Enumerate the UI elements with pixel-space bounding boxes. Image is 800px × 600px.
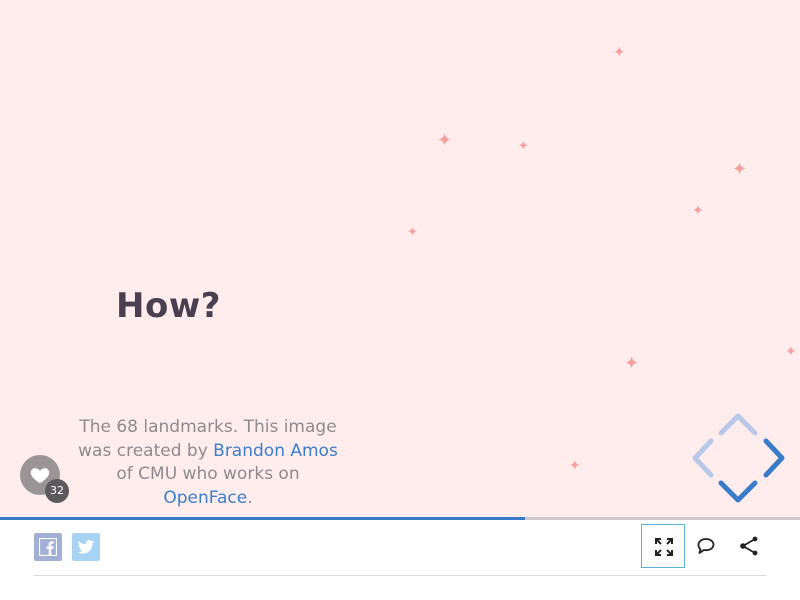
facebook-share-button[interactable]	[34, 533, 62, 561]
sparkle-icon: ✦	[785, 344, 797, 360]
sparkle-icon: ✦	[732, 159, 748, 180]
sparkle-icon: ✦	[613, 43, 626, 61]
sparkle-icon: ✦	[407, 225, 418, 240]
author-link[interactable]: Brandon Amos	[213, 441, 338, 461]
toolbar	[20, 520, 800, 600]
nav-right-icon[interactable]	[761, 437, 787, 479]
sparkle-icon: ✦	[569, 458, 581, 474]
sparkle-icon: ✦	[437, 130, 453, 151]
sparkle-icon: ✦	[518, 139, 529, 154]
share-button[interactable]	[727, 524, 771, 568]
caption-text: of CMU who works on	[116, 464, 300, 484]
comment-button[interactable]	[684, 524, 728, 568]
nav-left-icon[interactable]	[690, 437, 716, 479]
nav-down-icon[interactable]	[718, 479, 758, 505]
fullscreen-icon	[655, 538, 673, 556]
slide-title: How?	[116, 286, 221, 326]
slide: ✦ ✦ ✦ ✦ ✦ ✦ ✦ ✦ ✦ How? The 68 landmarks.…	[0, 0, 800, 518]
comment-icon	[697, 538, 715, 554]
share-icon	[740, 536, 758, 556]
openface-link[interactable]: OpenFace	[163, 488, 247, 508]
twitter-share-button[interactable]	[72, 533, 100, 561]
caption-text: .	[247, 487, 253, 508]
nav-up-icon[interactable]	[718, 411, 758, 437]
sparkle-icon: ✦	[692, 203, 704, 219]
divider	[34, 575, 766, 576]
image-caption: The 68 landmarks. This image was created…	[72, 416, 344, 510]
sparkle-icon: ✦	[624, 353, 640, 374]
twitter-icon	[77, 540, 95, 554]
fullscreen-button[interactable]	[641, 524, 685, 568]
facebook-icon	[39, 538, 57, 556]
like-count-badge: 32	[45, 479, 69, 503]
